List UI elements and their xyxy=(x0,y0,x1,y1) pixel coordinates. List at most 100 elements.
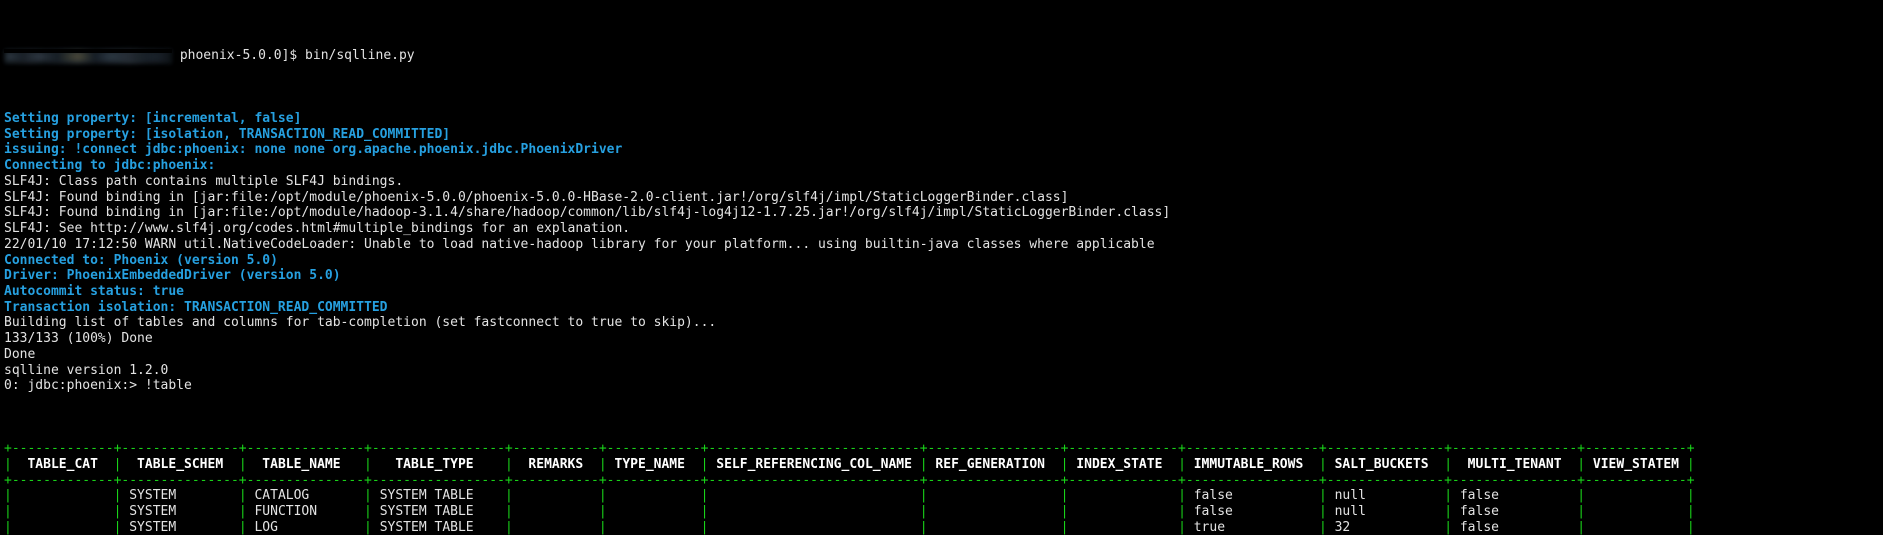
table-cell xyxy=(1068,520,1178,535)
table-border-pipe: | xyxy=(919,519,928,535)
table-header-cell: TABLE_TYPE xyxy=(371,456,505,472)
terminal-scroll-area[interactable]: phoenix-5.0.0]$ bin/sqlline.py Setting p… xyxy=(4,1,1883,535)
table-border-pipe: | xyxy=(238,488,247,504)
terminal-line: SLF4J: Found binding in [jar:file:/opt/m… xyxy=(4,205,1171,221)
table-border-pipe: | xyxy=(4,456,12,472)
table-border-pipe: | xyxy=(364,504,372,519)
table-border-pipe: | xyxy=(1686,504,1695,519)
table-border-pipe: | xyxy=(364,519,372,535)
table-cell xyxy=(708,488,919,503)
table-cell: true xyxy=(1185,519,1319,535)
table-cell xyxy=(1068,488,1178,503)
table-border-pipe: | xyxy=(504,488,513,504)
table-border-pipe: | xyxy=(598,456,607,472)
table-border-pipe: | xyxy=(1577,456,1586,472)
redacted-prompt-block xyxy=(4,48,172,64)
table-border-pipe: | xyxy=(1178,456,1186,472)
table-border-pipe: | xyxy=(598,504,607,519)
table-border-pipe: | xyxy=(364,456,372,472)
table-header-cell: TABLE_SCHEM xyxy=(121,456,239,472)
table-border-pipe: | xyxy=(1577,488,1586,504)
table-cell xyxy=(1068,504,1178,519)
table-top-border: +-------------+---------------+---------… xyxy=(4,441,1695,457)
table-border-pipe: | xyxy=(598,488,607,504)
table-border-pipe: | xyxy=(1577,519,1586,535)
table-cell: SYSTEM TABLE xyxy=(371,504,505,519)
table-border-pipe: | xyxy=(504,519,513,535)
table-header-cell: VIEW_STATEM xyxy=(1585,456,1687,472)
table-border-pipe: | xyxy=(1318,519,1327,535)
terminal-line: SLF4J: Found binding in [jar:file:/opt/m… xyxy=(4,189,1069,205)
table-header-cell: REF_GENERATION xyxy=(927,456,1061,472)
table-border-pipe: | xyxy=(238,504,247,519)
table-cell xyxy=(1585,520,1687,535)
shell-command-text: phoenix-5.0.0]$ bin/sqlline.py xyxy=(172,48,415,64)
shell-prompt-line: phoenix-5.0.0]$ bin/sqlline.py xyxy=(4,48,1883,64)
table-cell xyxy=(12,488,114,503)
terminal-line: 22/01/10 17:12:50 WARN util.NativeCodeLo… xyxy=(4,236,1155,252)
table-cell xyxy=(1585,488,1687,503)
table-header-cell: IMMUTABLE_ROWS xyxy=(1185,456,1319,472)
table-cell: null xyxy=(1326,488,1445,504)
table-cell: 32 xyxy=(1326,519,1445,535)
terminal-line: Building list of tables and columns for … xyxy=(4,315,717,331)
terminal-line: 133/133 (100%) Done xyxy=(4,331,153,347)
table-header-row: | TABLE_CAT | TABLE_SCHEM | TABLE_NAME |… xyxy=(4,457,1883,473)
table-cell: false xyxy=(1452,504,1578,519)
table-border-pipe: | xyxy=(4,488,12,504)
table-border-pipe: | xyxy=(919,456,928,472)
table-cell: false xyxy=(1452,488,1578,504)
table-border-pipe: | xyxy=(1444,519,1453,535)
table-cell xyxy=(708,504,919,519)
table-cell: SYSTEM xyxy=(121,504,239,519)
table-border-pipe: | xyxy=(1444,504,1453,519)
table-header-cell: SALT_BUCKETS xyxy=(1326,456,1445,472)
terminal-line: Autocommit status: true xyxy=(4,283,185,299)
table-border-pipe: | xyxy=(1318,504,1327,519)
terminal-line: Driver: PhoenixEmbeddedDriver (version 5… xyxy=(4,268,341,284)
terminal-line: Transaction isolation: TRANSACTION_READ_… xyxy=(4,299,388,315)
terminal-window[interactable]: phoenix-5.0.0]$ bin/sqlline.py Setting p… xyxy=(0,0,1883,535)
table-cell: null xyxy=(1326,504,1445,519)
table-cell: false xyxy=(1185,488,1319,504)
table-header-cell: REMARKS xyxy=(512,456,599,472)
table-border-pipe: | xyxy=(919,504,928,519)
table-border-pipe: | xyxy=(4,519,12,535)
table-border-pipe: | xyxy=(1686,519,1695,535)
table-border-pipe: | xyxy=(504,456,513,472)
table-cell xyxy=(928,520,1061,535)
table-cell xyxy=(513,488,599,503)
table-cell xyxy=(1585,504,1687,519)
terminal-line: Setting property: [incremental, false] xyxy=(4,111,302,127)
table-cell xyxy=(607,488,701,503)
table-cell: SYSTEM TABLE xyxy=(371,488,505,504)
table-border-pipe: | xyxy=(1178,519,1186,535)
table-header-cell: MULTI_TENANT xyxy=(1452,456,1578,472)
table-cell xyxy=(513,504,599,519)
table-cell: false xyxy=(1185,504,1319,519)
table-header-cell: SELF_REFERENCING_COL_NAME xyxy=(708,456,920,472)
table-header-cell: TYPE_NAME xyxy=(606,456,701,472)
table-border-pipe: | xyxy=(1577,504,1586,519)
table-header-cell: INDEX_STATE xyxy=(1068,456,1179,472)
terminal-line: Connecting to jdbc:phoenix: xyxy=(4,158,216,174)
terminal-line: SLF4J: See http://www.slf4j.org/codes.ht… xyxy=(4,221,631,237)
table-border-pipe: | xyxy=(1686,456,1695,472)
table-border-pipe: | xyxy=(1444,456,1453,472)
table-border-pipe: | xyxy=(1178,488,1186,504)
table-border-pipe: | xyxy=(1686,488,1695,504)
terminal-line: SLF4J: Class path contains multiple SLF4… xyxy=(4,173,404,189)
terminal-line: Done xyxy=(4,346,36,362)
table-border-pipe: | xyxy=(4,504,12,519)
table-cell: SYSTEM TABLE xyxy=(371,519,505,535)
table-cell: SYSTEM xyxy=(121,488,239,504)
table-cell xyxy=(12,504,114,519)
table-cell xyxy=(607,520,701,535)
table-cell xyxy=(607,504,701,519)
terminal-line: 0: jdbc:phoenix:> !table xyxy=(4,378,192,394)
table-cell: SYSTEM xyxy=(121,519,239,535)
terminal-line: issuing: !connect jdbc:phoenix: none non… xyxy=(4,142,623,158)
table-cell xyxy=(928,504,1061,519)
table-border-pipe: | xyxy=(504,504,513,519)
table-cell: LOG xyxy=(246,519,365,535)
